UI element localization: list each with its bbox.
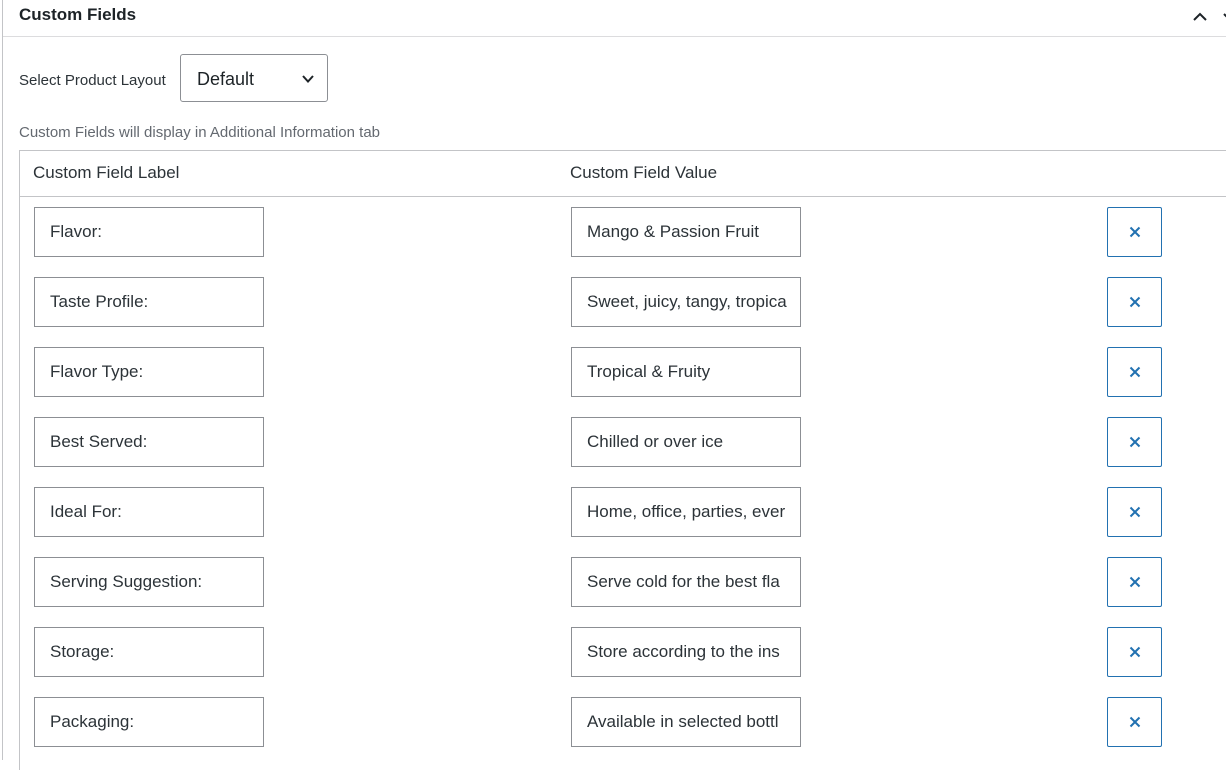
- field-value-text: Sweet, juicy, tangy, tropica: [587, 292, 787, 311]
- remove-row-button[interactable]: [1107, 557, 1162, 607]
- field-value-input[interactable]: Serve cold for the best fla: [571, 557, 801, 607]
- field-value-input[interactable]: Sweet, juicy, tangy, tropica: [571, 277, 801, 327]
- custom-fields-hint: Custom Fields will display in Additional…: [19, 124, 381, 141]
- field-label-input[interactable]: Serving Suggestion:: [34, 557, 264, 607]
- panel-title: Custom Fields: [19, 5, 137, 24]
- field-label-input[interactable]: Best Served:: [34, 417, 264, 467]
- table-row: Flavor: Mango & Passion Fruit: [20, 207, 1226, 277]
- table-row: Serving Suggestion: Serve cold for the b…: [20, 557, 1226, 627]
- remove-row-button[interactable]: [1107, 277, 1162, 327]
- field-value-text: Tropical & Fruity: [587, 362, 711, 381]
- field-value-text: Home, office, parties, ever: [587, 502, 786, 521]
- field-label-input[interactable]: Taste Profile:: [34, 277, 264, 327]
- field-value-input[interactable]: Mango & Passion Fruit: [571, 207, 801, 257]
- table-row: Packaging: Available in selected bottl: [20, 697, 1226, 767]
- field-value-text: Serve cold for the best fla: [587, 572, 780, 591]
- close-icon: [1129, 506, 1141, 518]
- move-down-button[interactable]: [1219, 6, 1226, 28]
- close-icon: [1129, 366, 1141, 378]
- field-value-input[interactable]: Available in selected bottl: [571, 697, 801, 747]
- remove-row-button[interactable]: [1107, 347, 1162, 397]
- close-icon: [1129, 716, 1141, 728]
- field-value-input[interactable]: Home, office, parties, ever: [571, 487, 801, 537]
- field-value-text: Mango & Passion Fruit: [587, 222, 759, 241]
- custom-fields-panel: Custom Fields Select Product Layout Defa…: [2, 0, 1226, 770]
- column-header-value: Custom Field Value: [570, 163, 718, 182]
- layout-label: Select Product Layout: [19, 72, 166, 89]
- field-label-text: Ideal For:: [50, 502, 122, 521]
- collapse-button[interactable]: [1189, 6, 1211, 28]
- close-icon: [1129, 436, 1141, 448]
- field-label-text: Taste Profile:: [50, 292, 149, 311]
- table-header: Custom Field Label Custom Field Value: [20, 151, 1226, 197]
- table-row: Flavor Type: Tropical & Fruity: [20, 347, 1226, 417]
- field-value-text: Chilled or over ice: [587, 432, 724, 451]
- field-label-text: Best Served:: [50, 432, 148, 451]
- remove-row-button[interactable]: [1107, 627, 1162, 677]
- field-label-text: Serving Suggestion:: [50, 572, 203, 591]
- close-icon: [1129, 646, 1141, 658]
- field-label-text: Storage:: [50, 642, 115, 661]
- field-label-text: Packaging:: [50, 712, 135, 731]
- chevron-up-icon: [1193, 12, 1207, 21]
- table-row: Taste Profile: Sweet, juicy, tangy, trop…: [20, 277, 1226, 347]
- remove-row-button[interactable]: [1107, 417, 1162, 467]
- field-label-input[interactable]: Packaging:: [34, 697, 264, 747]
- close-icon: [1129, 226, 1141, 238]
- table-row: Storage: Store according to the ins: [20, 627, 1226, 697]
- field-label-input[interactable]: Flavor:: [34, 207, 264, 257]
- custom-fields-table: Custom Field Label Custom Field Value Fl…: [19, 150, 1226, 770]
- field-value-text: Available in selected bottl: [587, 712, 779, 731]
- field-value-input[interactable]: Tropical & Fruity: [571, 347, 801, 397]
- chevron-down-icon: [302, 75, 314, 83]
- field-label-input[interactable]: Ideal For:: [34, 487, 264, 537]
- field-label-text: Flavor:: [50, 222, 102, 241]
- layout-select[interactable]: Default: [180, 54, 328, 102]
- chevron-down-icon: [1223, 13, 1226, 18]
- table-row: Best Served: Chilled or over ice: [20, 417, 1226, 487]
- column-header-label: Custom Field Label: [33, 163, 180, 182]
- field-label-text: Flavor Type:: [50, 362, 144, 381]
- close-icon: [1129, 296, 1141, 308]
- field-label-input[interactable]: Flavor Type:: [34, 347, 264, 397]
- field-value-input[interactable]: Chilled or over ice: [571, 417, 801, 467]
- layout-selected-value: Default: [197, 69, 255, 89]
- remove-row-button[interactable]: [1107, 487, 1162, 537]
- field-value-input[interactable]: Store according to the ins: [571, 627, 801, 677]
- remove-row-button[interactable]: [1107, 697, 1162, 747]
- table-row: Ideal For: Home, office, parties, ever: [20, 487, 1226, 557]
- field-value-text: Store according to the ins: [587, 642, 780, 661]
- panel-header: Custom Fields: [3, 0, 1226, 37]
- field-label-input[interactable]: Storage:: [34, 627, 264, 677]
- remove-row-button[interactable]: [1107, 207, 1162, 257]
- close-icon: [1129, 576, 1141, 588]
